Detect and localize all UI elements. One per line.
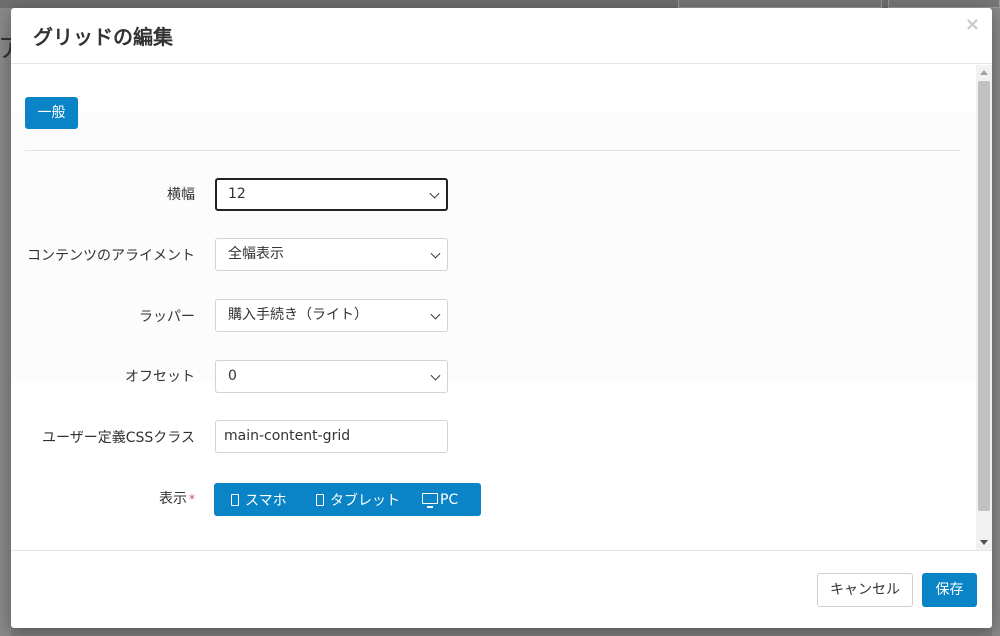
- tab-general[interactable]: 一般: [25, 97, 78, 129]
- backdrop-left: ア: [0, 8, 24, 636]
- width-label: 横幅: [167, 187, 195, 203]
- required-mark: *: [189, 492, 195, 506]
- chevron-down-icon: [429, 188, 440, 199]
- close-icon[interactable]: ×: [965, 14, 980, 35]
- scroll-down-icon[interactable]: [980, 540, 988, 545]
- display-toggle-label: タブレット: [330, 492, 400, 509]
- alignment-select[interactable]: 全幅表示: [215, 238, 448, 271]
- display-toggle-label: PC: [440, 491, 459, 508]
- display-toggle-tablet[interactable]: タブレット: [301, 483, 412, 516]
- display-label-text: 表示: [159, 491, 187, 507]
- alignment-label: コンテンツのアライメント: [27, 248, 195, 264]
- chevron-down-icon: [430, 370, 441, 381]
- display-toggle-label: スマホ: [245, 492, 287, 509]
- edit-grid-modal: グリッドの編集 × 一般 横幅 12 コンテンツのアライメント 全幅表示 ラッパ…: [11, 8, 992, 628]
- display-toggle-smartphone[interactable]: スマホ: [214, 483, 301, 516]
- alignment-select-value: 全幅表示: [228, 246, 284, 262]
- chevron-down-icon: [430, 248, 441, 259]
- width-select[interactable]: 12: [215, 178, 448, 211]
- vertical-scrollbar[interactable]: [976, 65, 992, 550]
- tab-divider: [25, 150, 960, 151]
- backdrop-right: [992, 8, 1000, 636]
- tablet-icon: [316, 493, 324, 506]
- chevron-down-icon: [430, 309, 441, 320]
- cancel-button[interactable]: キャンセル: [817, 573, 913, 607]
- offset-select-value: 0: [228, 368, 237, 384]
- modal-body: 一般 横幅 12 コンテンツのアライメント 全幅表示 ラッパー 購入手続き（ライ…: [11, 65, 992, 550]
- display-label: 表示 *: [159, 488, 195, 508]
- backdrop-tab: [888, 0, 1000, 8]
- offset-select[interactable]: 0: [215, 360, 448, 393]
- css-class-input[interactable]: main-content-grid: [215, 420, 448, 453]
- width-select-value: 12: [228, 186, 246, 202]
- smartphone-icon: [231, 493, 239, 506]
- scroll-up-icon[interactable]: [980, 70, 988, 75]
- offset-label: オフセット: [125, 369, 195, 385]
- modal-title: グリッドの編集: [33, 25, 173, 49]
- wrapper-select[interactable]: 購入手続き（ライト）: [215, 299, 448, 332]
- modal-header: グリッドの編集 ×: [11, 8, 992, 64]
- css-class-label: ユーザー定義CSSクラス: [42, 430, 195, 446]
- save-button[interactable]: 保存: [922, 573, 977, 607]
- scroll-thumb[interactable]: [978, 81, 990, 511]
- wrapper-select-value: 購入手続き（ライト）: [228, 307, 368, 323]
- backdrop-tab: [678, 0, 882, 8]
- monitor-icon: [422, 493, 438, 508]
- display-toggle-pc[interactable]: PC: [412, 483, 481, 516]
- display-toggle-group: スマホ タブレット PC: [214, 483, 481, 516]
- wrapper-label: ラッパー: [139, 309, 195, 325]
- modal-footer: キャンセル 保存: [11, 550, 992, 628]
